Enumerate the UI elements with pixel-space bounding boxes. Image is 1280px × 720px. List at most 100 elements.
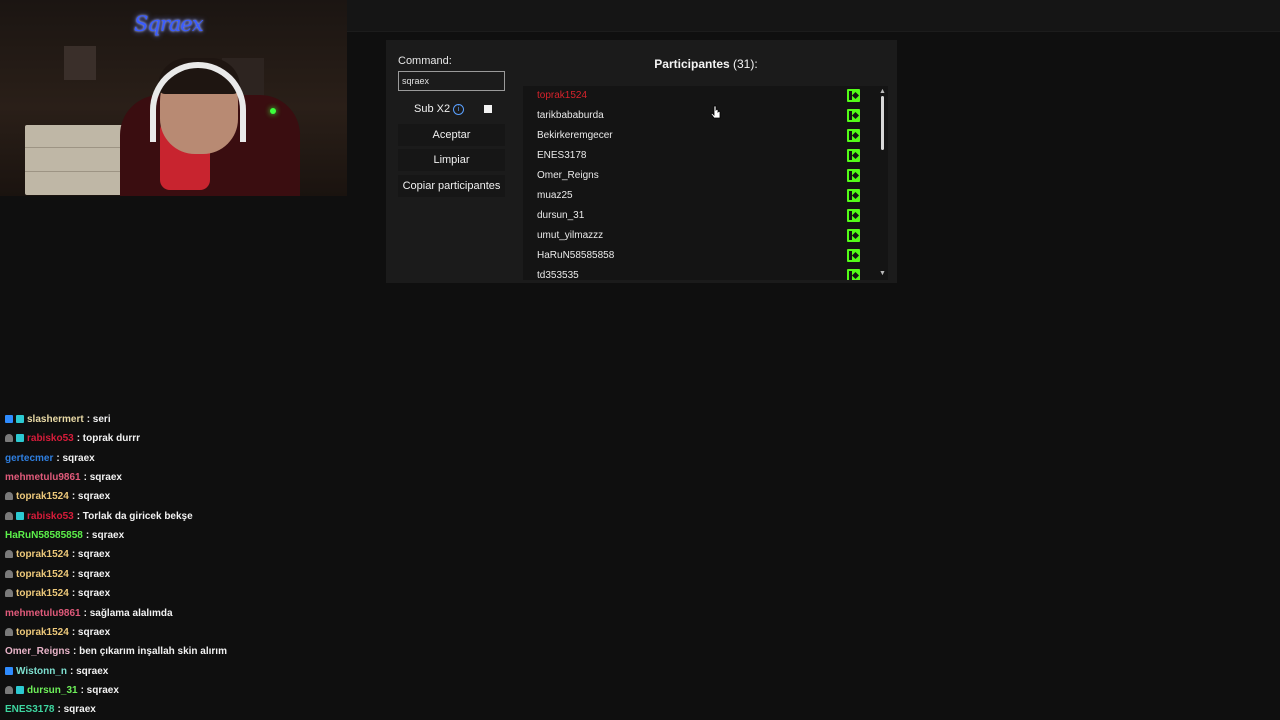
chat-message: mehmetulu9861: sqraex [5,472,122,483]
scrollbar-thumb[interactable] [881,96,884,150]
badge-icon [16,415,24,423]
badge-icon [5,589,13,598]
participant-row[interactable]: muaz25 [523,186,863,206]
info-icon[interactable]: i [453,104,464,115]
chat-message: rabisko53: Torlak da giricek bekşe [5,511,193,522]
giveaway-panel: Command: Sub X2 i Aceptar Limpiar Copiar… [386,40,897,283]
kick-icon [847,129,860,142]
chat-text: : seri [86,414,111,425]
participants-title: Participantes (31): [576,57,836,71]
kick-icon [847,149,860,162]
chat-username[interactable]: rabisko53 [27,433,74,444]
chat-message: Wistonn_n: sqraex [5,666,108,677]
chat-username[interactable]: rabisko53 [27,511,74,522]
clear-button[interactable]: Limpiar [398,149,505,171]
mouse-cursor-icon [710,105,721,119]
badge-icon [16,685,24,694]
chat-message: toprak1524: sqraex [5,627,110,638]
chat-message: toprak1524: sqraex [5,588,110,599]
chat-username[interactable]: slashermert [27,414,84,425]
chat-username[interactable]: dursun_31 [27,685,78,696]
chat-username[interactable]: gertecmer [5,453,53,464]
chat-message: toprak1524: sqraex [5,569,110,580]
participant-name: umut_yilmazzz [537,230,604,241]
participant-row[interactable]: tarikbababurda [523,106,863,126]
chat-text: : ben çıkarım inşallah skin alırım [73,646,227,658]
command-label: Command: [398,55,452,67]
participant-row[interactable]: toprak1524 [523,86,863,106]
command-input[interactable] [398,71,505,91]
badge-icon [16,511,24,520]
chat-username[interactable]: ENES3178 [5,704,54,715]
chat-message: toprak1524: sqraex [5,549,110,560]
badge-icon [5,415,13,423]
badge-icon [5,434,13,443]
badge-icon [5,550,13,559]
participant-name: Omer_Reigns [537,170,599,181]
chat-username[interactable]: toprak1524 [16,588,69,599]
participant-name: HaRuN58585858 [537,250,615,261]
scroll-up-icon[interactable]: ▲ [879,88,886,95]
participants-title-label: Participantes [654,57,730,71]
kick-icon [847,109,860,122]
chat-username[interactable]: toprak1524 [16,569,69,580]
participant-row[interactable]: td353535 [523,266,863,280]
participant-name: td353535 [537,270,579,280]
chat-username[interactable]: toprak1524 [16,491,69,502]
green-light [270,108,276,114]
badge-icon [5,666,13,675]
participant-row[interactable]: umut_yilmazzz [523,226,863,246]
chat-text: : sqraex [71,588,111,600]
chat-username[interactable]: mehmetulu9861 [5,472,81,483]
chat-text: : Torlak da giricek bekşe [76,510,193,522]
sub-x2-label: Sub X2 [414,103,451,115]
participant-name: toprak1524 [537,90,588,101]
participant-row[interactable]: HaRuN58585858 [523,246,863,266]
copy-participants-button[interactable]: Copiar participantes [398,175,505,197]
chat-username[interactable]: toprak1524 [16,549,69,560]
participant-row[interactable]: ENES3178 [523,146,863,166]
sub-x2-row: Sub X2 i [398,102,505,118]
chat-message: gertecmer: sqraex [5,453,95,464]
kick-icon [847,249,860,262]
participant-row[interactable]: dursun_31 [523,206,863,226]
badge-icon [5,685,13,694]
chat-username[interactable]: toprak1524 [16,627,69,638]
chat-text: : sqraex [56,452,95,464]
chat-message: Omer_Reigns: ben çıkarım inşallah skin a… [5,646,227,657]
chat-username[interactable]: HaRuN58585858 [5,530,83,541]
chat-message: toprak1524: sqraex [5,491,110,502]
chat-text: : sqraex [83,472,122,484]
kick-icon [847,229,860,242]
chat-panel: slashermert: seri rabisko53: toprak durrr… [0,396,400,720]
chat-username[interactable]: Omer_Reigns [5,646,70,657]
wall-poster [64,46,96,80]
participant-name: Bekirkeremgecer [537,130,613,141]
participants-list[interactable]: toprak1524 tarikbababurda Bekirkeremgecer E… [523,86,888,280]
participant-name: tarikbababurda [537,110,604,121]
chat-username[interactable]: mehmetulu9861 [5,608,81,619]
chat-message: ENES3178: sqraex [5,704,96,715]
participant-name: muaz25 [537,190,573,201]
chat-text: : sqraex [80,684,119,696]
scroll-down-icon[interactable]: ▼ [879,270,886,277]
chat-message: slashermert: seri [5,414,111,425]
chat-text: : sqraex [70,665,109,677]
accept-button[interactable]: Aceptar [398,124,505,146]
chat-message: dursun_31: sqraex [5,685,119,696]
top-bar [347,0,1280,32]
chat-username[interactable]: Wistonn_n [16,666,67,677]
sub-x2-checkbox[interactable] [484,105,492,113]
badge-icon [16,434,24,443]
participant-row[interactable]: Bekirkeremgecer [523,126,863,146]
chat-message: HaRuN58585858: sqraex [5,530,124,541]
kick-icon [847,269,860,280]
badge-icon [5,569,13,578]
chat-message: mehmetulu9861: sağlama alalımda [5,608,173,619]
kick-icon [847,209,860,222]
chat-text: : sqraex [71,568,111,580]
participant-row[interactable]: Omer_Reigns [523,166,863,186]
webcam-feed: Sqraex [0,0,347,196]
chat-text: : sqraex [57,704,96,716]
participant-name: dursun_31 [537,210,585,221]
